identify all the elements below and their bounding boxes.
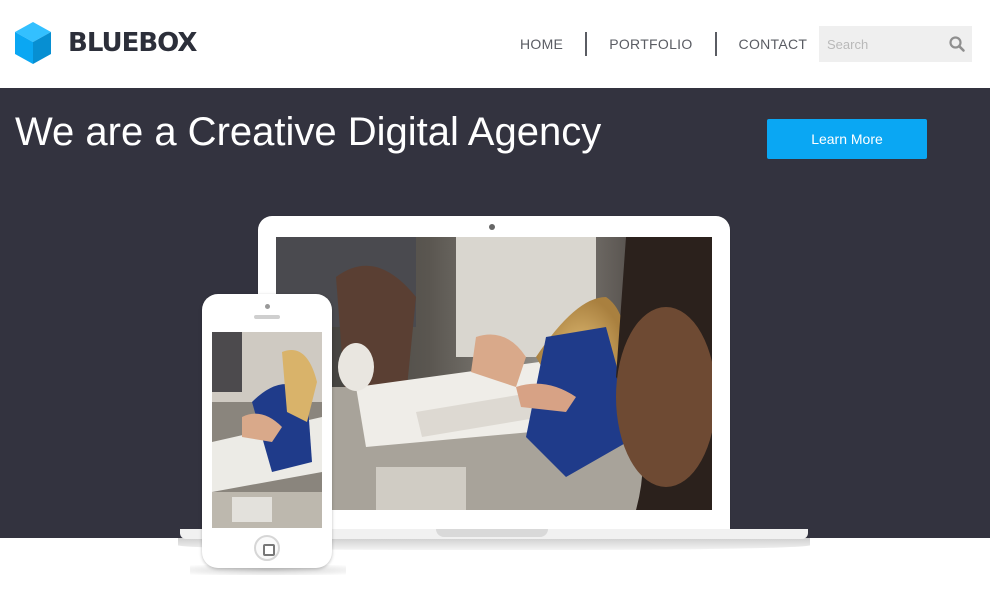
hero-title: We are a Creative Digital Agency — [15, 110, 602, 154]
phone-home-button — [254, 535, 280, 561]
main-nav: HOME PORTFOLIO CONTACT — [520, 30, 807, 58]
phone-screen-image — [212, 332, 322, 528]
laptop-notch — [436, 529, 548, 537]
nav-divider — [585, 32, 588, 56]
laptop-camera — [489, 224, 495, 230]
phone-speaker — [254, 315, 280, 319]
phone-mockup — [202, 294, 332, 568]
cube-icon — [15, 22, 51, 64]
nav-portfolio[interactable]: PORTFOLIO — [609, 36, 692, 52]
nav-divider — [714, 32, 717, 56]
brand-name: BLUEBOX — [68, 28, 197, 58]
site-header: BLUEBOX HOME PORTFOLIO CONTACT — [0, 0, 990, 88]
learn-more-button[interactable]: Learn More — [767, 119, 927, 159]
logo[interactable]: BLUEBOX — [14, 21, 197, 65]
search-icon[interactable] — [948, 35, 966, 53]
nav-home[interactable]: HOME — [520, 36, 563, 52]
search-input[interactable] — [819, 26, 944, 62]
phone-camera — [265, 304, 270, 309]
nav-contact[interactable]: CONTACT — [739, 36, 808, 52]
search-box — [819, 26, 972, 62]
laptop-screen-image — [276, 237, 712, 510]
